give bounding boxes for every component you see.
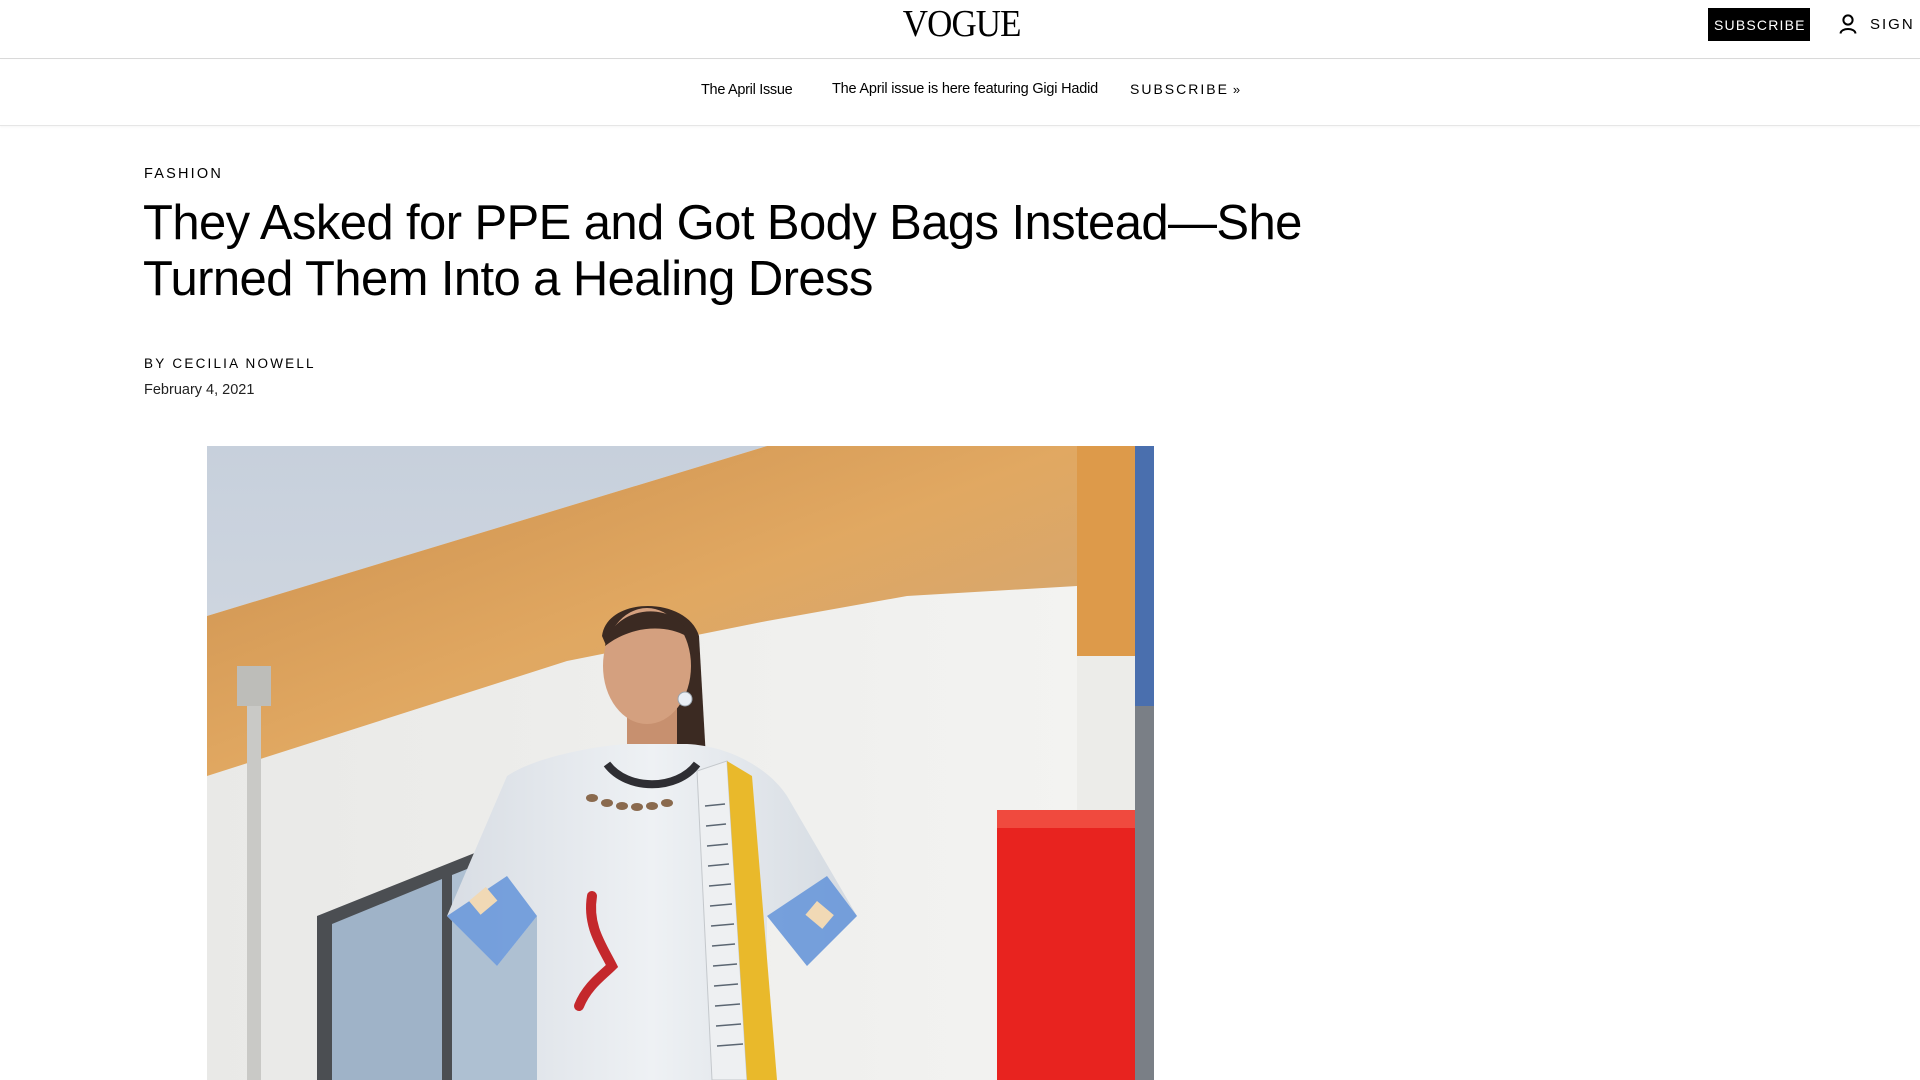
publish-date: February 4, 2021 — [144, 382, 255, 398]
chevron-right-icon: » — [1232, 82, 1241, 97]
byline: BY CECILIA NOWELL — [144, 356, 316, 371]
user-icon — [1838, 13, 1858, 35]
category-link[interactable]: FASHION — [144, 166, 223, 182]
promo-text: The April issue is here featuring Gigi H… — [832, 81, 1099, 97]
promo-issue-label[interactable]: The April Issue — [701, 82, 793, 98]
sign-in-link[interactable]: SIGN I — [1838, 10, 1920, 38]
lead-image — [207, 446, 1154, 1080]
byline-prefix: BY — [144, 356, 167, 371]
vogue-logo[interactable]: VOGUE — [903, 2, 1022, 46]
issue-promo-bar: The April Issue The April issue is here … — [0, 60, 1920, 126]
promo-subscribe-label: SUBSCRIBE — [1130, 81, 1229, 97]
sign-in-label: SIGN I — [1870, 15, 1920, 33]
article-headline: They Asked for PPE and Got Body Bags Ins… — [143, 196, 1302, 306]
site-header: VOGUE SUBSCRIBE SIGN I — [0, 0, 1920, 59]
subscribe-button[interactable]: SUBSCRIBE — [1708, 8, 1810, 41]
author-link[interactable]: CECILIA NOWELL — [172, 356, 315, 371]
promo-subscribe-link[interactable]: SUBSCRIBE» — [1130, 81, 1240, 97]
